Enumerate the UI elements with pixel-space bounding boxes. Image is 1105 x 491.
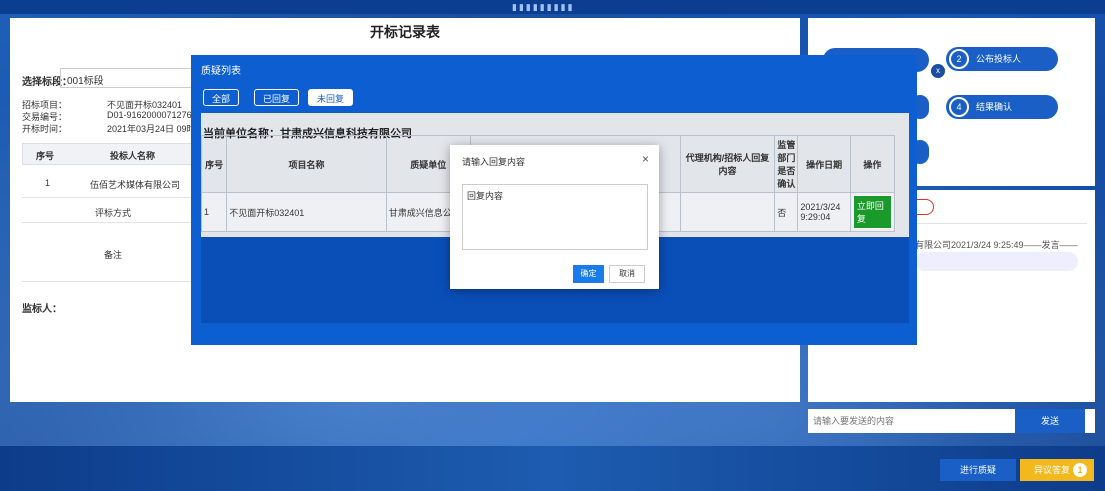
col-name: 投标人名称	[110, 151, 156, 161]
dialog-title: 请输入回复内容	[462, 157, 526, 167]
chat-message: 有限公司2021/3/24 9:25:49——发言——	[915, 240, 1078, 250]
divider	[22, 281, 192, 282]
send-button[interactable]: 发送	[1015, 409, 1085, 433]
cell-project: 不见面开标032401	[226, 192, 387, 232]
close-icon[interactable]: x	[931, 64, 945, 78]
reply-dialog: 请输入回复内容 × 回复内容 确定 取消	[450, 145, 659, 289]
row-seq: 1	[45, 178, 51, 188]
cell-seq: 1	[200, 192, 228, 232]
header-date: 操作日期	[797, 135, 851, 193]
step-result-confirm[interactable]: 4 结果确认	[946, 95, 1058, 119]
reply-now-button[interactable]: 立即回复	[852, 195, 892, 229]
col-seq: 序号	[36, 151, 55, 161]
top-decoration: ▮▮▮▮▮▮▮▮▮	[512, 2, 575, 12]
count-badge: 1	[1073, 463, 1087, 477]
modal-title: 质疑列表	[201, 66, 241, 77]
reply-textarea[interactable]: 回复内容	[462, 184, 648, 250]
trade-value: D01-91620000712760	[107, 110, 197, 120]
header-action: 操作	[849, 135, 896, 193]
monitor-label: 监标人：	[22, 304, 62, 315]
raise-question-button[interactable]: 进行质疑	[940, 459, 1016, 481]
header-confirm: 监管部门是否确认	[774, 135, 799, 193]
divider	[22, 222, 192, 223]
cell-confirm: 否	[774, 192, 799, 232]
header-reply: 代理机构/招标人回复内容	[679, 135, 776, 193]
step-publish-bidders[interactable]: 2 公布投标人	[946, 47, 1058, 71]
chat-bubble	[915, 252, 1078, 271]
step-number: 2	[949, 49, 969, 69]
divider	[915, 223, 1087, 224]
confirm-button[interactable]: 确定	[573, 265, 604, 283]
top-bar: ▮▮▮▮▮▮▮▮▮	[0, 0, 1105, 14]
chat-input[interactable]	[813, 412, 1008, 430]
page-title: 开标记录表	[370, 24, 440, 40]
remark-label: 备注	[104, 250, 123, 260]
close-icon[interactable]: ×	[642, 152, 649, 166]
open-value: 2021年03月24日 09时	[107, 124, 196, 134]
open-label: 开标时间：	[22, 124, 68, 134]
cancel-button[interactable]: 取消	[609, 265, 645, 283]
tab-unreplied[interactable]: 未回复	[308, 89, 354, 106]
row-name: 伍佰艺术媒体有限公司	[90, 180, 181, 190]
tab-replied[interactable]: 已回复	[254, 89, 300, 106]
header-project: 项目名称	[226, 135, 387, 193]
step-number: 4	[949, 97, 969, 117]
objection-reply-button[interactable]: 异议答复 1	[1020, 459, 1094, 481]
divider	[22, 197, 192, 198]
objection-label: 异议答复	[1034, 465, 1071, 475]
bid-select[interactable]: 001标段	[60, 68, 200, 88]
tab-all[interactable]: 全部	[203, 89, 240, 106]
header-seq: 序号	[200, 135, 228, 193]
step-label: 结果确认	[976, 102, 1013, 112]
cell-date: 2021/3/24 9:29:04	[797, 192, 851, 232]
eval-label: 评标方式	[95, 208, 132, 218]
step-label: 公布投标人	[976, 54, 1022, 64]
